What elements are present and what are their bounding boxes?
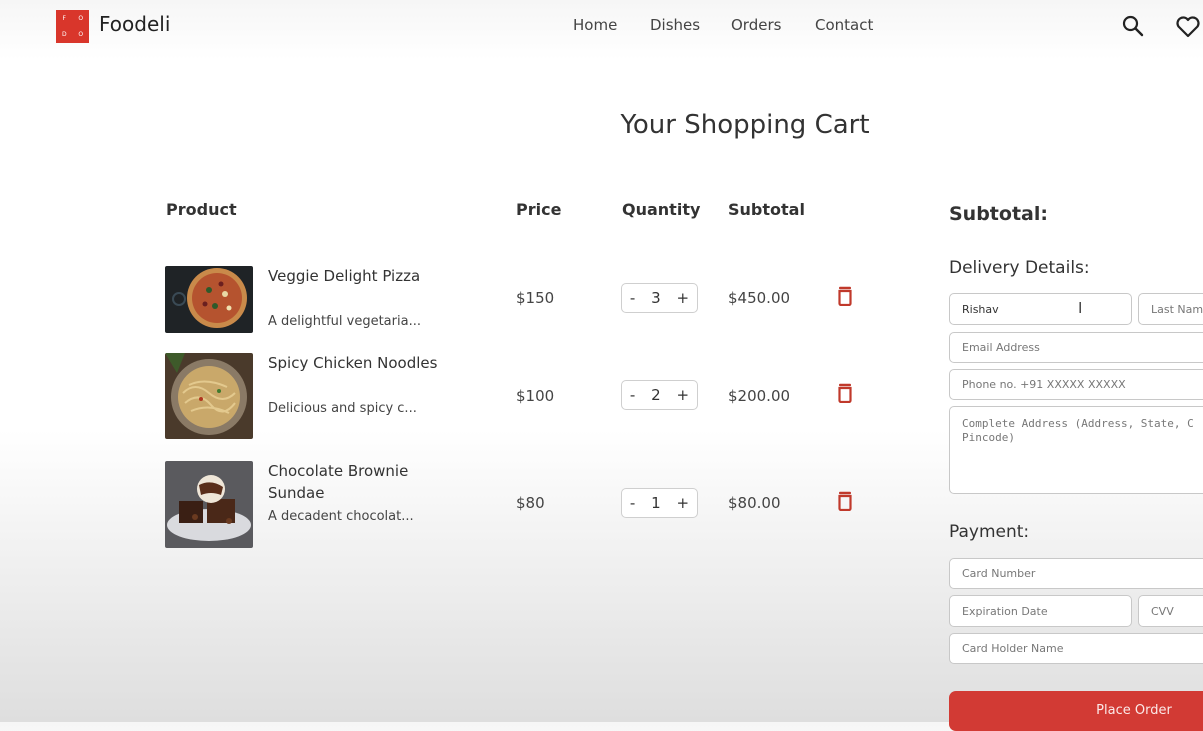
cart-row: Spicy Chicken Noodles Delicious and spic…: [0, 352, 880, 442]
product-price: $100: [516, 387, 555, 405]
first-name-value: Rishav: [962, 302, 999, 316]
expiration-date-field[interactable]: Expiration Date: [949, 595, 1132, 627]
decrease-button[interactable]: -: [630, 386, 635, 404]
quantity-stepper: - 2 +: [621, 380, 698, 410]
card-number-field[interactable]: Card Number: [949, 558, 1203, 589]
card-holder-name-field[interactable]: Card Holder Name: [949, 633, 1203, 664]
row-subtotal: $80.00: [728, 494, 781, 512]
row-subtotal: $450.00: [728, 289, 791, 307]
col-header-product: Product: [166, 200, 237, 219]
product-description: A decadent chocolat...: [268, 509, 414, 524]
logo[interactable]: F O D O: [56, 10, 89, 43]
search-icon[interactable]: [1121, 14, 1145, 38]
first-name-field[interactable]: Rishav I: [949, 293, 1132, 325]
product-description: A delightful vegetaria...: [268, 314, 421, 329]
logo-letter: D: [61, 31, 67, 39]
text-cursor-icon: I: [1078, 299, 1083, 317]
col-header-subtotal: Subtotal: [728, 200, 805, 219]
cart-row: Chocolate Brownie Sundae A decadent choc…: [0, 460, 880, 550]
delivery-details-heading: Delivery Details:: [949, 258, 1090, 278]
place-order-button[interactable]: Place Order: [949, 691, 1203, 731]
address-field[interactable]: Complete Address (Address, State, C Pinc…: [949, 406, 1203, 494]
logo-letter: O: [78, 14, 84, 22]
noodles-image: [165, 353, 253, 439]
summary-subtotal-label: Subtotal:: [949, 203, 1048, 225]
brand-name[interactable]: Foodeli: [99, 12, 170, 36]
product-description: Delicious and spicy c...: [268, 401, 417, 416]
nav-contact[interactable]: Contact: [815, 16, 873, 34]
decrease-button[interactable]: -: [630, 494, 635, 512]
decrease-button[interactable]: -: [630, 289, 635, 307]
nav-orders[interactable]: Orders: [731, 16, 781, 34]
product-name: Veggie Delight Pizza: [268, 267, 421, 285]
logo-letter: O: [78, 31, 84, 39]
pizza-image: [165, 266, 253, 333]
col-header-price: Price: [516, 200, 562, 219]
quantity-value: 3: [651, 289, 661, 307]
email-field[interactable]: Email Address: [949, 332, 1203, 363]
nav-dishes[interactable]: Dishes: [650, 16, 700, 34]
payment-heading: Payment:: [949, 522, 1030, 542]
cvv-field[interactable]: CVV: [1138, 595, 1203, 627]
product-price: $150: [516, 289, 555, 307]
product-name: Chocolate Brownie Sundae: [268, 462, 409, 502]
trash-icon[interactable]: [836, 491, 854, 511]
increase-button[interactable]: +: [677, 289, 690, 307]
logo-letter: F: [62, 14, 66, 22]
product-price: $80: [516, 494, 545, 512]
heart-icon[interactable]: [1175, 15, 1201, 39]
col-header-quantity: Quantity: [622, 200, 701, 219]
nav-home[interactable]: Home: [573, 16, 617, 34]
trash-icon[interactable]: [836, 286, 854, 306]
quantity-value: 2: [651, 386, 661, 404]
row-subtotal: $200.00: [728, 387, 791, 405]
quantity-stepper: - 1 +: [621, 488, 698, 518]
last-name-field[interactable]: Last Name: [1138, 293, 1203, 325]
increase-button[interactable]: +: [677, 494, 690, 512]
brownie-image: [165, 461, 253, 548]
page-title: Your Shopping Cart: [620, 110, 870, 140]
quantity-stepper: - 3 +: [621, 283, 698, 313]
trash-icon[interactable]: [836, 383, 854, 403]
increase-button[interactable]: +: [677, 386, 690, 404]
phone-field[interactable]: Phone no. +91 XXXXX XXXXX: [949, 369, 1203, 400]
cart-row: Veggie Delight Pizza A delightful vegeta…: [0, 265, 880, 355]
quantity-value: 1: [651, 494, 661, 512]
product-name: Spicy Chicken Noodles: [268, 354, 438, 372]
